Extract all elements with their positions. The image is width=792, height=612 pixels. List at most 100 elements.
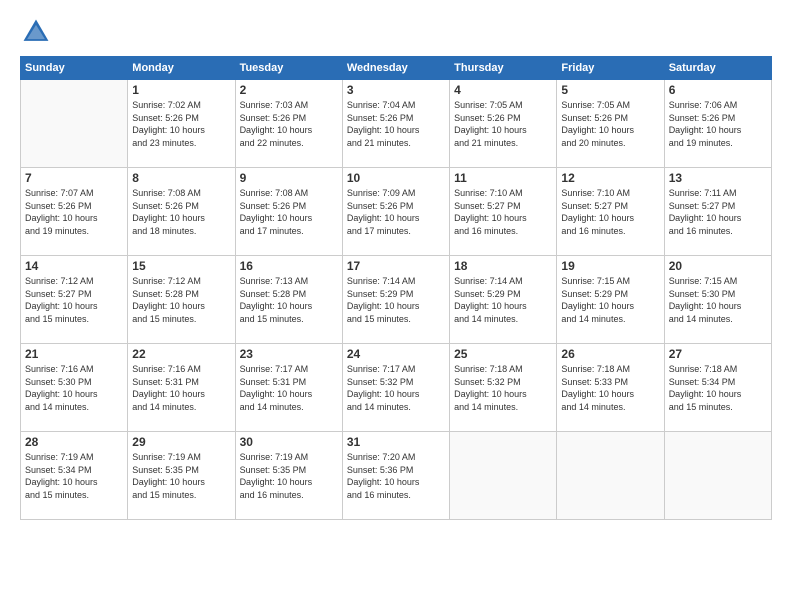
day-cell: 16 Sunrise: 7:13 AM Sunset: 5:28 PM Dayli… [235, 256, 342, 344]
day-number: 16 [240, 259, 338, 273]
day-cell: 21Sunrise: 7:16 AM Sunset: 5:30 PM Dayli… [21, 344, 128, 432]
day-number: 10 [347, 171, 445, 185]
day-number: 30 [240, 435, 338, 449]
day-number: 12 [561, 171, 659, 185]
day-cell: 6 Sunrise: 7:06 AM Sunset: 5:26 PM Daylig… [664, 80, 771, 168]
day-cell: 23 Sunrise: 7:17 AM Sunset: 5:31 PM Dayli… [235, 344, 342, 432]
day-cell: 18 Sunrise: 7:14 AM Sunset: 5:29 PM Dayli… [450, 256, 557, 344]
day-cell: 30 Sunrise: 7:19 AM Sunset: 5:35 PM Dayli… [235, 432, 342, 520]
day-cell: 17Sunrise: 7:14 AM Sunset: 5:29 PM Dayli… [342, 256, 449, 344]
day-cell: 13Sunrise: 7:11 AM Sunset: 5:27 PM Dayli… [664, 168, 771, 256]
day-number: 17 [347, 259, 445, 273]
day-cell: 2 Sunrise: 7:03 AM Sunset: 5:26 PM Daylig… [235, 80, 342, 168]
weekday-header-thursday: Thursday [450, 57, 557, 80]
day-info: Sunrise: 7:18 AM Sunset: 5:33 PM Dayligh… [561, 363, 659, 413]
day-cell: 25 Sunrise: 7:18 AM Sunset: 5:32 PM Dayli… [450, 344, 557, 432]
day-number: 11 [454, 171, 552, 185]
day-number: 22 [132, 347, 230, 361]
day-info: Sunrise: 7:18 AM Sunset: 5:34 PM Dayligh… [669, 363, 767, 413]
day-number: 9 [240, 171, 338, 185]
day-cell: 10Sunrise: 7:09 AM Sunset: 5:26 PM Dayli… [342, 168, 449, 256]
day-info: Sunrise: 7:03 AM Sunset: 5:26 PM Dayligh… [240, 99, 338, 149]
day-number: 20 [669, 259, 767, 273]
day-cell: 27 Sunrise: 7:18 AM Sunset: 5:34 PM Dayli… [664, 344, 771, 432]
day-info: Sunrise: 7:10 AM Sunset: 5:27 PM Dayligh… [561, 187, 659, 237]
weekday-header-tuesday: Tuesday [235, 57, 342, 80]
day-cell: 7Sunrise: 7:07 AM Sunset: 5:26 PM Daylig… [21, 168, 128, 256]
day-cell [557, 432, 664, 520]
day-cell: 24 Sunrise: 7:17 AM Sunset: 5:32 PM Dayli… [342, 344, 449, 432]
day-cell: 14 Sunrise: 7:12 AM Sunset: 5:27 PM Dayli… [21, 256, 128, 344]
day-info: Sunrise: 7:17 AM Sunset: 5:31 PM Dayligh… [240, 363, 338, 413]
day-number: 5 [561, 83, 659, 97]
week-row-5: 28Sunrise: 7:19 AM Sunset: 5:34 PM Dayli… [21, 432, 772, 520]
day-number: 1 [132, 83, 230, 97]
day-cell: 31 Sunrise: 7:20 AM Sunset: 5:36 PM Dayli… [342, 432, 449, 520]
day-cell: 4Sunrise: 7:05 AM Sunset: 5:26 PM Daylig… [450, 80, 557, 168]
day-cell: 9 Sunrise: 7:08 AM Sunset: 5:26 PM Daylig… [235, 168, 342, 256]
day-cell: 11 Sunrise: 7:10 AM Sunset: 5:27 PM Dayli… [450, 168, 557, 256]
day-info: Sunrise: 7:08 AM Sunset: 5:26 PM Dayligh… [132, 187, 230, 237]
day-number: 18 [454, 259, 552, 273]
week-row-4: 21Sunrise: 7:16 AM Sunset: 5:30 PM Dayli… [21, 344, 772, 432]
day-cell: 29Sunrise: 7:19 AM Sunset: 5:35 PM Dayli… [128, 432, 235, 520]
day-number: 14 [25, 259, 123, 273]
day-info: Sunrise: 7:12 AM Sunset: 5:27 PM Dayligh… [25, 275, 123, 325]
day-cell: 26 Sunrise: 7:18 AM Sunset: 5:33 PM Dayli… [557, 344, 664, 432]
day-number: 23 [240, 347, 338, 361]
day-cell [21, 80, 128, 168]
day-info: Sunrise: 7:19 AM Sunset: 5:35 PM Dayligh… [240, 451, 338, 501]
day-info: Sunrise: 7:18 AM Sunset: 5:32 PM Dayligh… [454, 363, 552, 413]
day-number: 3 [347, 83, 445, 97]
day-number: 4 [454, 83, 552, 97]
day-info: Sunrise: 7:06 AM Sunset: 5:26 PM Dayligh… [669, 99, 767, 149]
header [20, 16, 772, 48]
day-cell: 19Sunrise: 7:15 AM Sunset: 5:29 PM Dayli… [557, 256, 664, 344]
calendar: SundayMondayTuesdayWednesdayThursdayFrid… [20, 56, 772, 520]
day-info: Sunrise: 7:15 AM Sunset: 5:30 PM Dayligh… [669, 275, 767, 325]
day-number: 7 [25, 171, 123, 185]
day-info: Sunrise: 7:20 AM Sunset: 5:36 PM Dayligh… [347, 451, 445, 501]
weekday-header-wednesday: Wednesday [342, 57, 449, 80]
day-number: 2 [240, 83, 338, 97]
day-info: Sunrise: 7:16 AM Sunset: 5:30 PM Dayligh… [25, 363, 123, 413]
week-row-3: 14 Sunrise: 7:12 AM Sunset: 5:27 PM Dayli… [21, 256, 772, 344]
day-info: Sunrise: 7:14 AM Sunset: 5:29 PM Dayligh… [454, 275, 552, 325]
day-number: 29 [132, 435, 230, 449]
day-number: 8 [132, 171, 230, 185]
day-cell [450, 432, 557, 520]
day-info: Sunrise: 7:16 AM Sunset: 5:31 PM Dayligh… [132, 363, 230, 413]
day-number: 19 [561, 259, 659, 273]
day-info: Sunrise: 7:17 AM Sunset: 5:32 PM Dayligh… [347, 363, 445, 413]
weekday-header-friday: Friday [557, 57, 664, 80]
day-number: 27 [669, 347, 767, 361]
day-cell: 28Sunrise: 7:19 AM Sunset: 5:34 PM Dayli… [21, 432, 128, 520]
day-cell [664, 432, 771, 520]
day-cell: 5Sunrise: 7:05 AM Sunset: 5:26 PM Daylig… [557, 80, 664, 168]
day-number: 31 [347, 435, 445, 449]
day-info: Sunrise: 7:08 AM Sunset: 5:26 PM Dayligh… [240, 187, 338, 237]
day-cell: 1 Sunrise: 7:02 AM Sunset: 5:26 PM Daylig… [128, 80, 235, 168]
day-info: Sunrise: 7:13 AM Sunset: 5:28 PM Dayligh… [240, 275, 338, 325]
day-info: Sunrise: 7:10 AM Sunset: 5:27 PM Dayligh… [454, 187, 552, 237]
weekday-header-monday: Monday [128, 57, 235, 80]
logo-icon [20, 16, 52, 48]
weekday-header-saturday: Saturday [664, 57, 771, 80]
page: SundayMondayTuesdayWednesdayThursdayFrid… [0, 0, 792, 612]
day-info: Sunrise: 7:02 AM Sunset: 5:26 PM Dayligh… [132, 99, 230, 149]
week-row-1: 1 Sunrise: 7:02 AM Sunset: 5:26 PM Daylig… [21, 80, 772, 168]
day-cell: 8 Sunrise: 7:08 AM Sunset: 5:26 PM Daylig… [128, 168, 235, 256]
weekday-header-sunday: Sunday [21, 57, 128, 80]
day-cell: 3 Sunrise: 7:04 AM Sunset: 5:26 PM Daylig… [342, 80, 449, 168]
day-number: 6 [669, 83, 767, 97]
day-info: Sunrise: 7:11 AM Sunset: 5:27 PM Dayligh… [669, 187, 767, 237]
week-row-2: 7Sunrise: 7:07 AM Sunset: 5:26 PM Daylig… [21, 168, 772, 256]
day-info: Sunrise: 7:04 AM Sunset: 5:26 PM Dayligh… [347, 99, 445, 149]
day-cell: 15Sunrise: 7:12 AM Sunset: 5:28 PM Dayli… [128, 256, 235, 344]
day-number: 25 [454, 347, 552, 361]
logo [20, 16, 56, 48]
day-number: 26 [561, 347, 659, 361]
day-number: 15 [132, 259, 230, 273]
day-number: 24 [347, 347, 445, 361]
day-number: 28 [25, 435, 123, 449]
